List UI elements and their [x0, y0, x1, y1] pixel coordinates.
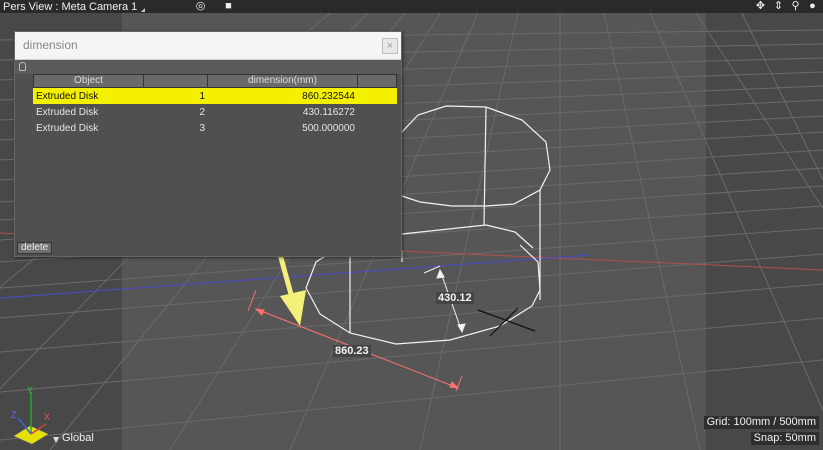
search-icon[interactable]: ⚲	[789, 0, 802, 13]
dimension-table: Object dimension(mm) Extruded Disk 1 860…	[33, 74, 397, 136]
table-row[interactable]: Extruded Disk 2 430.116272	[33, 104, 397, 120]
cube-icon[interactable]: ■	[222, 0, 235, 13]
svg-text:Z: Z	[11, 410, 17, 420]
viewport-title[interactable]: Pers View : Meta Camera 1	[0, 1, 137, 13]
cell-dimension: 500.000000	[302, 122, 355, 134]
close-button[interactable]: ×	[382, 38, 398, 54]
dialog-titlebar[interactable]: dimension ×	[15, 32, 401, 60]
table-row[interactable]: Extruded Disk 1 860.232544	[33, 88, 397, 104]
dialog-toolbar	[15, 60, 401, 74]
pin-icon[interactable]	[19, 62, 26, 71]
cell-object: Extruded Disk	[36, 122, 99, 134]
cell-dimension: 860.232544	[302, 90, 355, 102]
cell-dimension: 430.116272	[302, 106, 355, 118]
col-header-index[interactable]	[144, 75, 208, 87]
target-icon[interactable]: ◎	[194, 0, 207, 13]
cell-object: Extruded Disk	[36, 106, 99, 118]
table-header: Object dimension(mm)	[33, 74, 397, 88]
dimension-label-430: 430.12	[436, 292, 474, 304]
table-row[interactable]: Extruded Disk 3 500.000000	[33, 120, 397, 136]
shading-icon[interactable]: ●	[806, 0, 819, 13]
col-header-dimension[interactable]: dimension(mm)	[208, 75, 358, 87]
dimension-label-860: 860.23	[333, 345, 371, 357]
col-header-extra[interactable]	[358, 75, 396, 87]
viewport-titlebar: Pers View : Meta Camera 1 ◎ ■ ✥ ⇕ ⚲ ●	[0, 0, 823, 13]
dialog-title: dimension	[23, 38, 78, 52]
view-menu-arrow-icon[interactable]	[141, 7, 146, 12]
delete-button[interactable]: delete	[17, 242, 53, 254]
cell-index: 1	[199, 90, 205, 102]
col-header-object[interactable]: Object	[34, 75, 144, 87]
move-icon[interactable]: ✥	[754, 0, 767, 13]
cell-index: 2	[199, 106, 205, 118]
grid-info: Grid: 100mm / 500mm	[703, 416, 819, 429]
axis-mode-label[interactable]: Global	[62, 432, 94, 444]
cell-object: Extruded Disk	[36, 90, 99, 102]
zoom-icon[interactable]: ⇕	[772, 0, 785, 13]
cell-index: 3	[199, 122, 205, 134]
snap-info: Snap: 50mm	[750, 432, 819, 445]
dimension-dialog: dimension × Object dimension(mm) Extrude…	[14, 31, 402, 257]
svg-text:X: X	[44, 412, 50, 422]
svg-text:Y: Y	[27, 385, 33, 395]
